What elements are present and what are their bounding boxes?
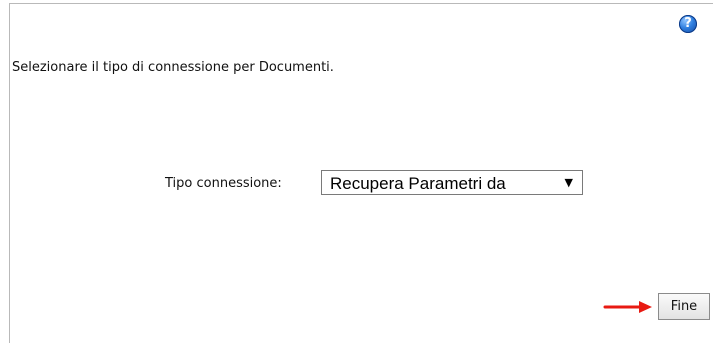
help-icon[interactable]: ? (679, 15, 697, 33)
finish-button[interactable]: Fine (658, 293, 710, 320)
instruction-text: Selezionare il tipo di connessione per D… (12, 60, 334, 75)
red-arrow-icon (603, 301, 652, 313)
connection-type-value: Recupera Parametri da (330, 174, 506, 193)
connection-type-select[interactable]: Recupera Parametri da ▼ (321, 170, 583, 195)
dropdown-arrow-icon: ▼ (564, 176, 573, 189)
connection-type-label: Tipo connessione: (165, 176, 282, 191)
